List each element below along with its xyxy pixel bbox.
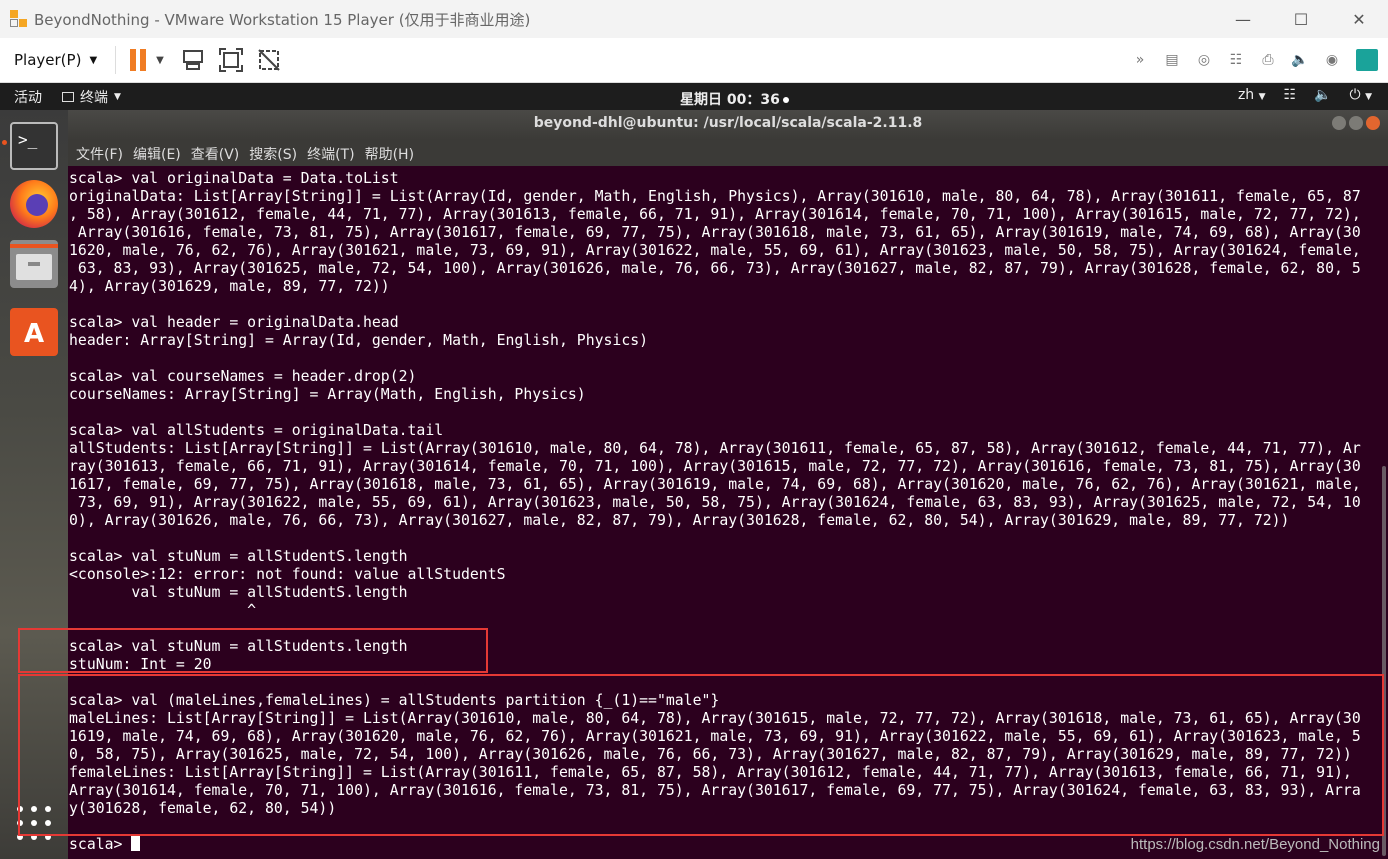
- terminal-line: scala> val originalData = Data.toList: [69, 170, 399, 187]
- terminal-line: 0), Array(301626, male, 76, 66, 73), Arr…: [69, 512, 1290, 529]
- terminal-line: 63, 83, 93), Array(301625, male, 72, 54,…: [69, 260, 1361, 277]
- terminal-line: scala> val stuNum = allStudentS.length: [69, 548, 408, 565]
- terminal-line: femaleLines: List[Array[String]] = List(…: [69, 764, 1352, 781]
- app-menu-label: 终端: [80, 89, 108, 106]
- window-title: BeyondNothing - VMware Workstation 15 Pl…: [34, 10, 531, 29]
- terminal-line: ray(301613, female, 66, 71, 91), Array(3…: [69, 458, 1361, 475]
- terminal-line: Array(301616, female, 73, 81, 75), Array…: [69, 224, 1361, 241]
- player-menu[interactable]: Player(P) ▼: [0, 45, 107, 75]
- terminal-line: ^: [69, 602, 257, 619]
- watermark: https://blog.csdn.net/Beyond_Nothing: [1130, 836, 1380, 853]
- menu-search[interactable]: 搜索(S): [247, 144, 299, 164]
- terminal-line: stuNum: Int = 20: [69, 656, 212, 673]
- pause-options-chevron-icon[interactable]: ▼: [156, 55, 164, 66]
- vmware-toolbar: Player(P) ▼ ▼ » ▤ ◎ ☷ ⎙ 🔈 ◉: [0, 38, 1388, 83]
- menu-view[interactable]: 查看(V): [189, 144, 242, 164]
- terminal-line: scala> val (maleLines,femaleLines) = all…: [69, 692, 720, 709]
- terminal-line: allStudents: List[Array[String]] = List(…: [69, 440, 1361, 457]
- volume-icon[interactable]: 🔈: [1314, 87, 1331, 103]
- input-method[interactable]: zh ▼: [1238, 87, 1266, 103]
- terminal-icon[interactable]: >_: [10, 122, 58, 170]
- terminal-line: header: Array[String] = Array(Id, gender…: [69, 332, 649, 349]
- terminal-line: Array(301614, female, 70, 71, 100), Arra…: [69, 782, 1361, 799]
- system-tray: zh ▼ ☷ 🔈 ⏻ ▼: [1238, 87, 1372, 103]
- active-indicator-icon: [2, 140, 7, 145]
- terminal-prompt: scala>: [69, 836, 132, 853]
- camera-icon[interactable]: ◉: [1321, 47, 1343, 73]
- send-ctrl-alt-del-icon[interactable]: [180, 47, 206, 73]
- activities-button[interactable]: 活动: [14, 87, 42, 107]
- dock: >_ A: [0, 110, 68, 859]
- power-icon[interactable]: ⏻ ▼: [1350, 87, 1372, 103]
- maximize-button[interactable]: ☐: [1272, 0, 1330, 38]
- network-adapter-icon[interactable]: ☷: [1225, 47, 1247, 73]
- ubuntu-topbar: 活动 终端 ▼ 星期日 00：36 zh ▼ ☷ 🔈 ⏻ ▼: [0, 83, 1388, 110]
- sound-card-icon[interactable]: 🔈: [1289, 47, 1311, 73]
- terminal-titlebar: beyond-dhl@ubuntu: /usr/local/scala/scal…: [68, 110, 1388, 140]
- input-method-label: zh: [1237, 87, 1255, 103]
- terminal-line: maleLines: List[Array[String]] = List(Ar…: [69, 710, 1361, 727]
- close-button[interactable]: ✕: [1330, 0, 1388, 38]
- terminal-line: <console>:12: error: not found: value al…: [69, 566, 506, 583]
- terminal-line: 73, 69, 91), Array(301622, male, 55, 69,…: [69, 494, 1361, 511]
- pause-icon[interactable]: [130, 49, 147, 71]
- terminal-minimize-button[interactable]: [1332, 116, 1346, 130]
- scrollbar[interactable]: [1382, 466, 1386, 856]
- terminal-line: 1620, male, 76, 62, 76), Array(301621, m…: [69, 242, 1361, 259]
- terminal-line: 4), Array(301629, male, 89, 77, 72)): [69, 278, 390, 295]
- show-applications-icon[interactable]: [17, 806, 51, 840]
- toolbar-divider: [115, 46, 117, 74]
- terminal-close-button[interactable]: [1366, 116, 1380, 130]
- terminal-line: scala> val allStudents = originalData.ta…: [69, 422, 444, 439]
- terminal-line: 1619, male, 74, 69, 68), Array(301620, m…: [69, 728, 1361, 745]
- firefox-icon[interactable]: [10, 180, 58, 228]
- app-menu[interactable]: 终端 ▼: [62, 87, 121, 107]
- menu-help[interactable]: 帮助(H): [363, 144, 416, 164]
- terminal-window-controls: [1332, 116, 1380, 130]
- menu-file[interactable]: 文件(F): [74, 144, 125, 164]
- menu-edit[interactable]: 编辑(E): [131, 144, 183, 164]
- printer-icon[interactable]: ⎙: [1257, 47, 1279, 73]
- fit-guest-icon[interactable]: [218, 47, 244, 73]
- chevron-down-icon: ▼: [89, 54, 98, 66]
- terminal-line: scala> val courseNames = header.drop(2): [69, 368, 417, 385]
- vmware-logo-icon: [10, 10, 28, 28]
- terminal-body[interactable]: scala> val originalData = Data.toList or…: [68, 166, 1388, 859]
- hard-disk-icon[interactable]: ▤: [1161, 47, 1183, 73]
- terminal-line: scala> val stuNum = allStudents.length: [69, 638, 408, 655]
- minimize-button[interactable]: —: [1214, 0, 1272, 38]
- terminal-line: val stuNum = allStudentS.length: [69, 584, 408, 601]
- terminal-line: 1617, female, 69, 77, 75), Array(301618,…: [69, 476, 1361, 493]
- terminal-line: scala> val header = originalData.head: [69, 314, 399, 331]
- terminal-menubar: 文件(F) 编辑(E) 查看(V) 搜索(S) 终端(T) 帮助(H): [68, 140, 1388, 166]
- terminal-line: y(301628, female, 62, 80, 54)): [69, 800, 337, 817]
- notification-dot-icon: [782, 97, 789, 103]
- menu-terminal[interactable]: 终端(T): [305, 144, 356, 164]
- chevron-down-icon: ▼: [114, 91, 121, 102]
- terminal-line: 0, 58, 75), Array(301625, male, 72, 54, …: [69, 746, 1352, 763]
- terminal-mini-icon: [62, 91, 74, 102]
- message-log-icon[interactable]: [1356, 49, 1378, 71]
- cd-dvd-icon[interactable]: ◎: [1193, 47, 1215, 73]
- terminal-line: originalData: List[Array[String]] = List…: [69, 188, 1361, 205]
- network-icon[interactable]: ☷: [1284, 87, 1297, 103]
- terminal-line: , 58), Array(301612, female, 44, 71, 77)…: [69, 206, 1361, 223]
- clock[interactable]: 星期日 00：36: [680, 89, 789, 109]
- terminal-maximize-button[interactable]: [1349, 116, 1363, 130]
- vmware-titlebar: BeyondNothing - VMware Workstation 15 Pl…: [0, 0, 1388, 38]
- chevron-down-icon: ▼: [1258, 92, 1266, 102]
- cursor-icon: [131, 836, 141, 851]
- terminal-title: beyond-dhl@ubuntu: /usr/local/scala/scal…: [533, 115, 923, 131]
- files-icon[interactable]: [10, 240, 58, 288]
- software-center-icon[interactable]: A: [10, 308, 58, 356]
- clock-label: 星期日 00：36: [680, 92, 780, 108]
- unity-mode-icon[interactable]: [256, 47, 282, 73]
- forward-icon[interactable]: »: [1129, 47, 1151, 73]
- terminal-line: courseNames: Array[String] = Array(Math,…: [69, 386, 586, 403]
- terminal-output: scala> val originalData = Data.toList or…: [69, 170, 1361, 854]
- player-menu-label: Player(P): [14, 51, 82, 69]
